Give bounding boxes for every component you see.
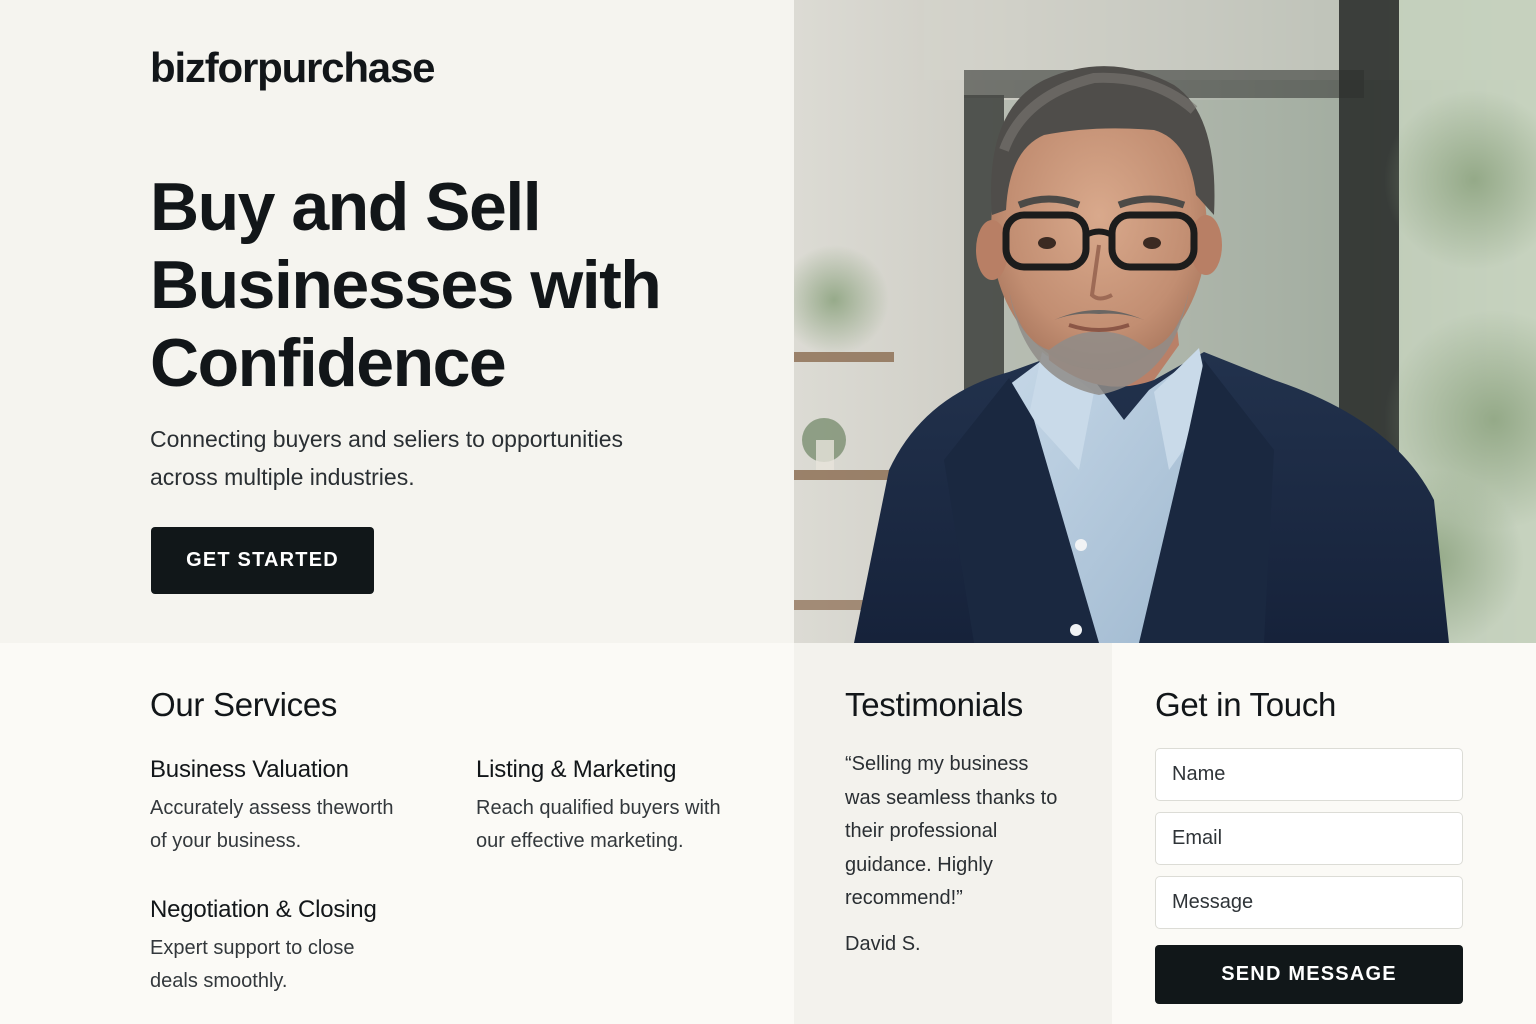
contact-title: Get in Touch — [1155, 686, 1337, 723]
service-card-negotiation: Negotiation & Closing Expert support to … — [150, 896, 430, 998]
hero-section: bizforpurchase Buy and Sell Businesses w… — [0, 0, 794, 643]
testimonial-quote-line: was seamless thanks to — [845, 786, 1058, 809]
service-description-line: deals smoothly. — [150, 970, 288, 992]
testimonial-quote-line: “Selling my business — [845, 753, 1029, 775]
service-description-line: of your business. — [150, 830, 302, 852]
brand-logo[interactable]: bizforpurchase — [150, 44, 435, 92]
businessman-portrait-photo — [794, 0, 1536, 643]
service-title: Listing & Marketing — [476, 756, 677, 783]
service-description: Reach qualified buyers with our effectiv… — [476, 792, 756, 858]
testimonial-quote-line: their professional — [845, 820, 998, 843]
testimonial-author: David S. — [845, 933, 921, 955]
service-title: Negotiation & Closing — [150, 896, 377, 923]
testimonials-title: Testimonials — [845, 686, 1023, 723]
name-field[interactable] — [1155, 748, 1463, 801]
service-description-line: Reach qualified buyers with — [476, 797, 721, 819]
hero-title: Buy and Sell Businesses with Confidence — [150, 168, 750, 402]
hero-portrait-image — [794, 0, 1536, 643]
hero-title-line: Buy and Sell — [150, 169, 542, 245]
hero-subtitle: Connecting buyers and seliers to opportu… — [150, 420, 710, 496]
hero-title-line: Businesses with — [150, 247, 662, 323]
hero-title-line: Confidence — [150, 325, 507, 401]
testimonial-quote-line: guidance. Highly — [845, 853, 993, 876]
hero-subtitle-line: across multiple industries. — [150, 464, 415, 490]
services-title: Our Services — [150, 686, 338, 723]
email-field[interactable] — [1155, 812, 1463, 865]
get-started-button[interactable]: GET STARTED — [151, 527, 374, 594]
service-description-line: our effective marketing. — [476, 830, 684, 852]
hero-subtitle-line: Connecting buyers and seliers to opportu… — [150, 426, 624, 452]
service-card-listing: Listing & Marketing Reach qualified buye… — [476, 756, 756, 858]
send-message-button[interactable]: SEND MESSAGE — [1155, 945, 1463, 1004]
testimonial-quote-line: recommend!” — [845, 887, 963, 910]
service-title: Business Valuation — [150, 756, 349, 783]
service-card-valuation: Business Valuation Accurately assess the… — [150, 756, 430, 858]
service-description-line: Expert support to close — [150, 937, 355, 959]
testimonial-quote: “Selling my business was seamless thanks… — [845, 748, 1085, 916]
service-description: Accurately assess theworth of your busin… — [150, 792, 430, 858]
service-description: Expert support to close deals smoothly. — [150, 932, 430, 998]
service-description-line: Accurately assess theworth — [150, 797, 394, 819]
message-field[interactable] — [1155, 876, 1463, 929]
